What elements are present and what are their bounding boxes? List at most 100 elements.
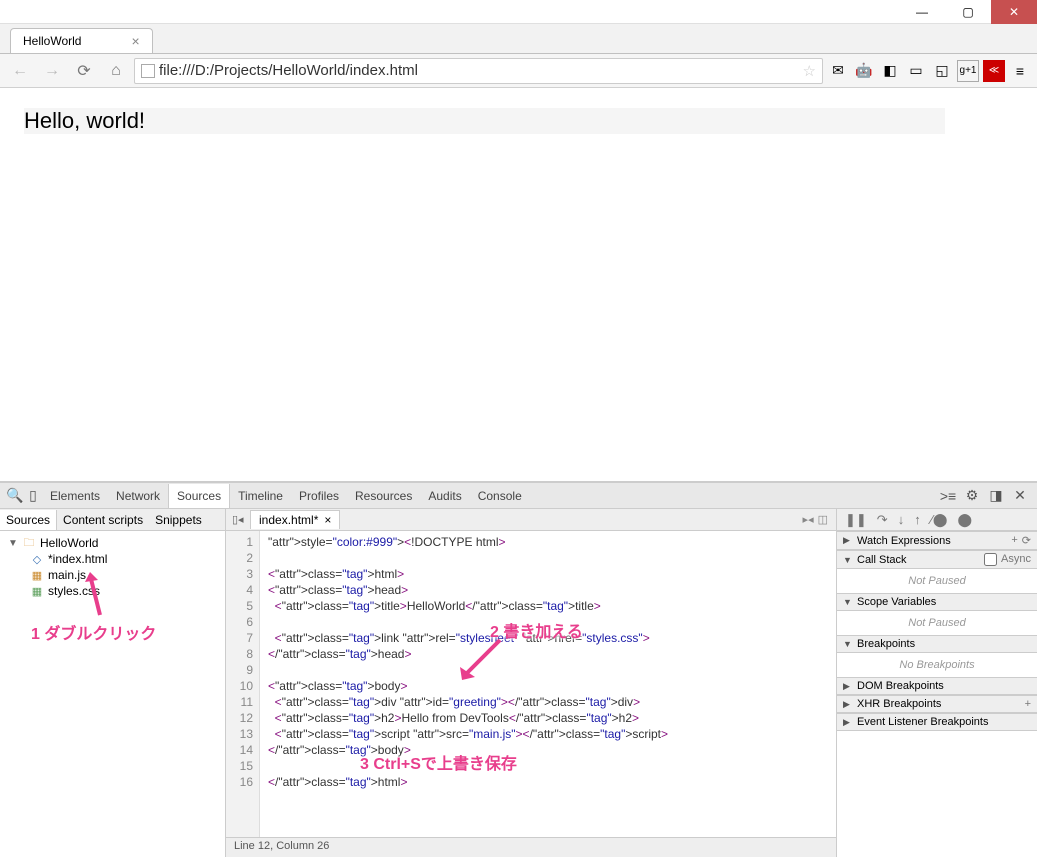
folder-label: HelloWorld — [40, 536, 98, 550]
tab-console[interactable]: Console — [470, 484, 530, 508]
close-button[interactable]: ✕ — [991, 0, 1037, 24]
step-into-icon[interactable]: ↓ — [898, 512, 905, 527]
inspect-icon[interactable]: 🔍 — [6, 487, 24, 504]
breakpoints-header[interactable]: ▼ Breakpoints — [837, 635, 1037, 653]
xhr-bp-header[interactable]: ▶ XHR Breakpoints + — [837, 695, 1037, 713]
settings-icon[interactable]: ⚙ — [963, 487, 981, 504]
scope-header[interactable]: ▼ Scope Variables — [837, 593, 1037, 611]
navtab-content-scripts[interactable]: Content scripts — [57, 510, 149, 530]
navtab-sources[interactable]: Sources — [0, 510, 57, 530]
tab-profiles[interactable]: Profiles — [291, 484, 347, 508]
tab-timeline[interactable]: Timeline — [230, 484, 291, 508]
reload-button[interactable]: ⟳ — [70, 58, 98, 84]
tab-audits[interactable]: Audits — [420, 484, 469, 508]
tab-resources[interactable]: Resources — [347, 484, 420, 508]
devtools-close-icon[interactable]: ✕ — [1011, 487, 1029, 504]
file-label: main.js — [48, 568, 86, 582]
dom-bp-header[interactable]: ▶ DOM Breakpoints — [837, 677, 1037, 695]
url-toolbar: ← → ⟳ ⌂ file:///D:/Projects/HelloWorld/i… — [0, 54, 1037, 88]
back-button[interactable]: ← — [6, 58, 34, 84]
editor-tab-close-icon[interactable]: × — [324, 513, 331, 527]
step-over-icon[interactable]: ↷ — [877, 512, 888, 528]
add-xhr-bp-icon[interactable]: + — [1025, 698, 1031, 710]
tree-file-index[interactable]: ◇ *index.html — [8, 551, 217, 567]
editor-tab-index[interactable]: index.html* × — [250, 510, 340, 529]
ext-icon-2[interactable]: ▭ — [905, 60, 927, 82]
navigator-tabs: Sources Content scripts Snippets — [0, 509, 225, 531]
tab-elements[interactable]: Elements — [42, 484, 108, 508]
tab-close-icon[interactable]: × — [131, 33, 139, 49]
callstack-title: Call Stack — [857, 554, 907, 566]
breakpoints-title: Breakpoints — [857, 638, 915, 650]
url-text: file:///D:/Projects/HelloWorld/index.htm… — [159, 62, 418, 79]
deactivate-bp-icon[interactable]: ⁄⬤ — [931, 512, 948, 528]
dom-bp-title: DOM Breakpoints — [857, 680, 944, 692]
breakpoints-body: No Breakpoints — [837, 653, 1037, 677]
run-icon[interactable]: ▸◂ — [803, 513, 814, 526]
collapse-arrow-icon: ▶ — [843, 535, 853, 546]
ext-icon-red[interactable]: ≪ — [983, 60, 1005, 82]
pause-exceptions-icon[interactable]: ⬤ — [957, 512, 972, 528]
collapse-arrow-icon: ▶ — [843, 717, 853, 728]
step-out-icon[interactable]: ↑ — [914, 512, 921, 527]
line-gutter: 12345678910111213141516 — [226, 531, 260, 837]
collapse-nav-icon[interactable]: ▯◂ — [232, 513, 250, 526]
forward-button[interactable]: → — [38, 58, 66, 84]
ext-android-icon[interactable]: 🤖 — [853, 60, 875, 82]
device-icon[interactable]: ▯ — [24, 487, 42, 504]
devtools: 🔍 ▯ Elements Network Sources Timeline Pr… — [0, 481, 1037, 857]
expand-arrow-icon: ▼ — [843, 555, 853, 565]
ext-icon-3[interactable]: ◱ — [931, 60, 953, 82]
menu-icon[interactable]: ≡ — [1009, 60, 1031, 82]
dock-icon[interactable]: ◨ — [987, 487, 1005, 504]
callstack-body: Not Paused — [837, 569, 1037, 593]
format-icon[interactable]: ◫ — [818, 513, 828, 526]
debug-panel: ❚❚ ↷ ↓ ↑ ⁄⬤ ⬤ ▶ Watch Expressions + ⟳ ▼ C… — [837, 509, 1037, 857]
home-button[interactable]: ⌂ — [102, 58, 130, 84]
ext-gplus-icon[interactable]: g+1 — [957, 60, 979, 82]
folder-icon: 🗀 — [22, 536, 36, 550]
refresh-watch-icon[interactable]: ⟳ — [1022, 534, 1031, 547]
maximize-button[interactable]: ▢ — [945, 0, 991, 24]
code-area[interactable]: "attr">style="color:#999"><!DOCTYPE html… — [260, 531, 836, 837]
xhr-bp-title: XHR Breakpoints — [857, 698, 941, 710]
window-titlebar: — ▢ ✕ — [0, 0, 1037, 24]
callstack-header[interactable]: ▼ Call Stack Async — [837, 550, 1037, 569]
bookmark-star-icon[interactable]: ☆ — [803, 62, 816, 80]
editor-panel: ▯◂ index.html* × ▸◂ ◫ 123456789101112131… — [226, 509, 837, 857]
tab-sources[interactable]: Sources — [168, 484, 230, 508]
html-file-icon: ◇ — [30, 552, 44, 566]
expand-arrow-icon: ▼ — [843, 639, 853, 649]
watch-header[interactable]: ▶ Watch Expressions + ⟳ — [837, 531, 1037, 550]
expand-arrow-icon: ▼ — [843, 597, 853, 607]
tree-folder[interactable]: ▼ 🗀 HelloWorld — [8, 535, 217, 551]
scope-body: Not Paused — [837, 611, 1037, 635]
tree-file-styles[interactable]: ▦ styles.css — [8, 583, 217, 599]
watch-title: Watch Expressions — [857, 535, 951, 547]
devtools-tabs: 🔍 ▯ Elements Network Sources Timeline Pr… — [0, 483, 1037, 509]
js-file-icon: ▦ — [30, 568, 44, 582]
folder-arrow-icon: ▼ — [8, 538, 18, 549]
drawer-icon[interactable]: >≡ — [939, 488, 957, 504]
scope-title: Scope Variables — [857, 596, 936, 608]
editor-tab-label: index.html* — [259, 513, 318, 527]
event-bp-header[interactable]: ▶ Event Listener Breakpoints — [837, 713, 1037, 731]
navtab-snippets[interactable]: Snippets — [149, 510, 208, 530]
add-watch-icon[interactable]: + — [1011, 534, 1017, 547]
browser-tab[interactable]: HelloWorld × — [10, 28, 153, 53]
css-file-icon: ▦ — [30, 584, 44, 598]
pause-icon[interactable]: ❚❚ — [845, 512, 867, 528]
ext-mail-icon[interactable]: ✉ — [827, 60, 849, 82]
tree-file-mainjs[interactable]: ▦ main.js — [8, 567, 217, 583]
url-input[interactable]: file:///D:/Projects/HelloWorld/index.htm… — [134, 58, 823, 84]
file-label: styles.css — [48, 584, 100, 598]
ext-icon-1[interactable]: ◧ — [879, 60, 901, 82]
page-icon — [141, 64, 155, 78]
tab-network[interactable]: Network — [108, 484, 168, 508]
minimize-button[interactable]: — — [899, 0, 945, 24]
code-editor[interactable]: 12345678910111213141516 "attr">style="co… — [226, 531, 836, 837]
async-checkbox[interactable] — [984, 553, 997, 566]
page-content: Hello, world! — [0, 88, 1037, 481]
editor-tabs: ▯◂ index.html* × ▸◂ ◫ — [226, 509, 836, 531]
collapse-arrow-icon: ▶ — [843, 699, 853, 710]
